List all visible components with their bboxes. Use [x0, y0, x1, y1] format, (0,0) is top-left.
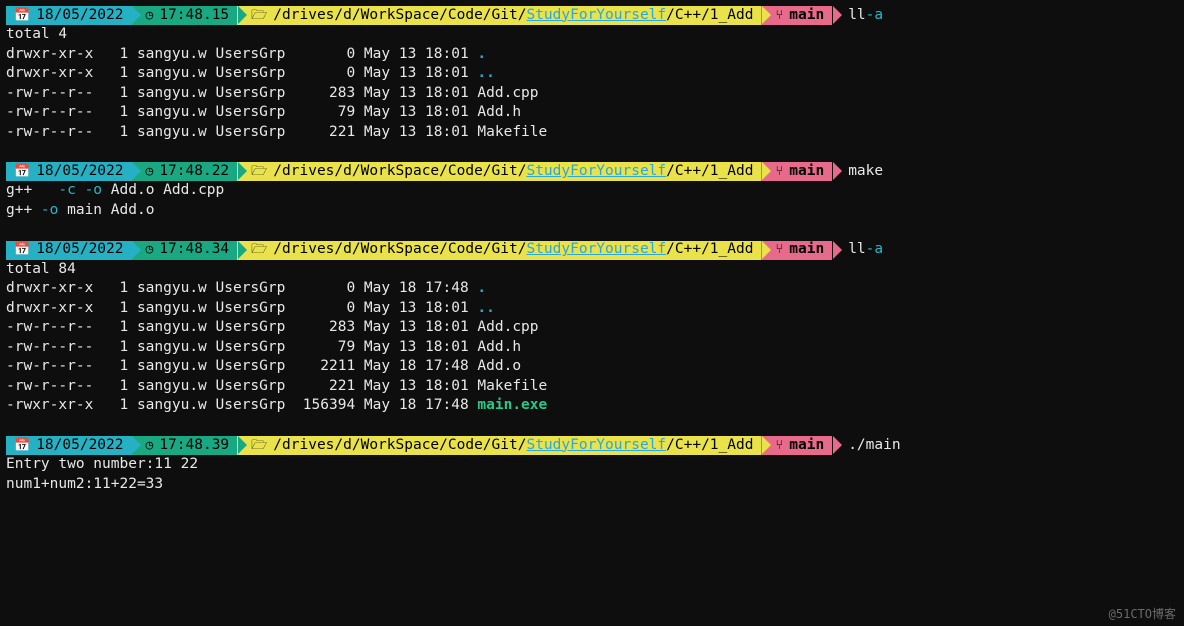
- prompt-date: 📅 18/05/2022: [6, 6, 132, 25]
- path-link[interactable]: StudyForYourself: [526, 7, 666, 23]
- path-link[interactable]: StudyForYourself: [526, 163, 666, 179]
- prompt-date: 📅18/05/2022: [6, 162, 132, 181]
- folder-icon: 🗁: [251, 7, 267, 25]
- branch-icon: ⑂: [775, 7, 783, 25]
- folder-icon: 🗁: [251, 163, 267, 181]
- prompt-path: 🗁 /drives/d/WorkSpace/Code/Git/StudyForY…: [237, 6, 761, 25]
- prompt-line[interactable]: 📅 18/05/2022 ◷ 17:48.15 🗁 /drives/d/Work…: [6, 6, 1178, 25]
- calendar-icon: 📅: [14, 7, 30, 25]
- path-text: /drives/d/WorkSpace/Code/Git/StudyForYou…: [273, 6, 753, 26]
- time-text: 17:48.15: [159, 6, 229, 26]
- prompt-branch: ⑂main: [761, 241, 832, 260]
- prompt-branch: ⑂main: [761, 162, 832, 181]
- branch-icon: ⑂: [775, 437, 783, 455]
- path-link[interactable]: StudyForYourself: [526, 241, 666, 257]
- prompt-line[interactable]: 📅18/05/2022 ◷17:48.39 🗁/drives/d/WorkSpa…: [6, 436, 1178, 455]
- clock-icon: ◷: [146, 163, 154, 181]
- prompt-line[interactable]: 📅18/05/2022 ◷17:48.34 🗁/drives/d/WorkSpa…: [6, 241, 1178, 260]
- folder-icon: 🗁: [251, 437, 267, 455]
- prompt-branch: ⑂main: [761, 436, 832, 455]
- calendar-icon: 📅: [14, 437, 30, 455]
- prompt-time: ◷ 17:48.15: [132, 6, 238, 25]
- prompt-path: 🗁/drives/d/WorkSpace/Code/Git/StudyForYo…: [237, 162, 761, 181]
- block-ll-1: 📅 18/05/2022 ◷ 17:48.15 🗁 /drives/d/Work…: [6, 6, 1178, 142]
- prompt-path: 🗁/drives/d/WorkSpace/Code/Git/StudyForYo…: [237, 241, 761, 260]
- prompt-date: 📅18/05/2022: [6, 241, 132, 260]
- watermark: @51CTO博客: [1109, 606, 1176, 622]
- prompt-line[interactable]: 📅18/05/2022 ◷17:48.22 🗁/drives/d/WorkSpa…: [6, 162, 1178, 181]
- branch-icon: ⑂: [775, 163, 783, 181]
- prompt-date: 📅18/05/2022: [6, 436, 132, 455]
- ls-output: total 84 drwxr-xr-x 1 sangyu.w UsersGrp …: [6, 260, 1178, 417]
- block-run: 📅18/05/2022 ◷17:48.39 🗁/drives/d/WorkSpa…: [6, 436, 1178, 494]
- folder-icon: 🗁: [251, 241, 267, 259]
- clock-icon: ◷: [146, 7, 154, 25]
- run-output: Entry two number:11 22 num1+num2:11+22=3…: [6, 455, 1178, 494]
- prompt-path: 🗁/drives/d/WorkSpace/Code/Git/StudyForYo…: [237, 436, 761, 455]
- date-text: 18/05/2022: [36, 6, 123, 26]
- prompt-time: ◷17:48.34: [132, 241, 238, 260]
- ls-output: total 4 drwxr-xr-x 1 sangyu.w UsersGrp 0…: [6, 25, 1178, 142]
- command-input[interactable]: ./main: [832, 436, 900, 455]
- prompt-time: ◷17:48.39: [132, 436, 238, 455]
- prompt-branch: ⑂ main: [761, 6, 832, 25]
- block-ll-2: 📅18/05/2022 ◷17:48.34 🗁/drives/d/WorkSpa…: [6, 241, 1178, 417]
- branch-text: main: [789, 6, 824, 26]
- clock-icon: ◷: [146, 437, 154, 455]
- clock-icon: ◷: [146, 241, 154, 259]
- calendar-icon: 📅: [14, 241, 30, 259]
- calendar-icon: 📅: [14, 163, 30, 181]
- prompt-time: ◷17:48.22: [132, 162, 238, 181]
- path-link[interactable]: StudyForYourself: [526, 437, 666, 453]
- block-make: 📅18/05/2022 ◷17:48.22 🗁/drives/d/WorkSpa…: [6, 162, 1178, 220]
- make-output: g++ -c -o Add.o Add.cpp g++ -o main Add.…: [6, 181, 1178, 220]
- branch-icon: ⑂: [775, 241, 783, 259]
